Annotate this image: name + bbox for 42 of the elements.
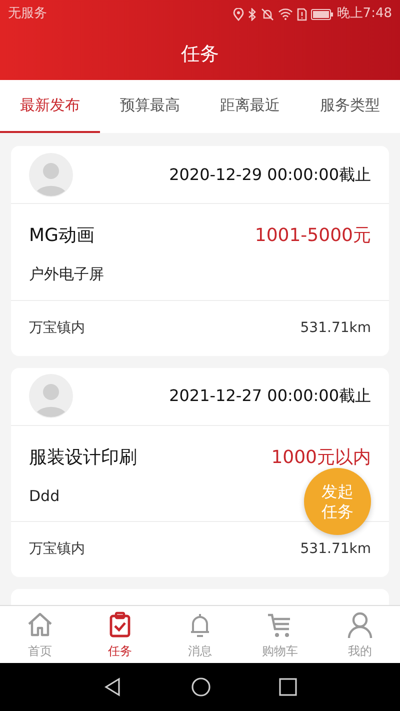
nav-label: 消息: [188, 643, 212, 660]
nav-label: 我的: [348, 643, 372, 660]
sim-icon: [296, 8, 307, 20]
nav-tab[interactable]: 消息: [160, 606, 240, 663]
tab[interactable]: 服务类型: [300, 80, 400, 133]
distance-text: 531.71km: [300, 318, 371, 338]
budget-text: 1001-5000元: [254, 224, 371, 248]
task-title: 服装设计印刷: [29, 446, 137, 470]
nav-tab[interactable]: 购物车: [240, 606, 320, 663]
tab[interactable]: 距离最近: [200, 80, 300, 133]
tab[interactable]: 预算最高: [100, 80, 200, 133]
task-title: MG动画: [29, 224, 94, 248]
budget-text: 1000元以内: [271, 446, 371, 470]
wifi-icon: [278, 8, 293, 20]
nav-tab[interactable]: 我的: [320, 606, 400, 663]
page-title: 任务: [181, 42, 219, 67]
tab[interactable]: 最新发布: [0, 80, 100, 133]
home-button-icon[interactable]: [191, 677, 211, 697]
avatar-icon: [29, 152, 73, 196]
distance-text: 531.71km: [300, 540, 371, 559]
mute-icon: [260, 8, 274, 20]
location-text: 万宝镇内: [29, 318, 85, 338]
task-description: 户外电子屏: [29, 264, 104, 285]
deadline-text: 2020-12-29 00:00:00截止: [169, 164, 371, 186]
deadline-text: 2021-12-27 00:00:00截止: [169, 385, 371, 407]
back-icon[interactable]: [103, 677, 123, 697]
avatar-icon: [29, 374, 73, 418]
nav-label: 首页: [28, 643, 52, 660]
battery-icon: [310, 8, 333, 20]
nav-label: 购物车: [262, 643, 298, 660]
nav-label: 任务: [108, 643, 132, 660]
location-icon: [232, 8, 244, 20]
recents-icon[interactable]: [279, 678, 297, 696]
nav-tab[interactable]: 任务: [80, 606, 160, 663]
user-icon: [345, 610, 375, 640]
task-card[interactable]: 2020-12-29 00:00:00截止 MG动画 1001-5000元 户外电子屏 万宝镇内 531.71km: [11, 146, 389, 356]
location-text: 万宝镇内: [29, 540, 85, 559]
nav-tab[interactable]: 首页: [0, 606, 80, 663]
status-time: 晚上7:48: [336, 5, 392, 24]
task-description: Ddd: [29, 486, 60, 506]
carrier-text: 无服务: [8, 5, 47, 24]
bluetooth-icon: [248, 8, 257, 20]
